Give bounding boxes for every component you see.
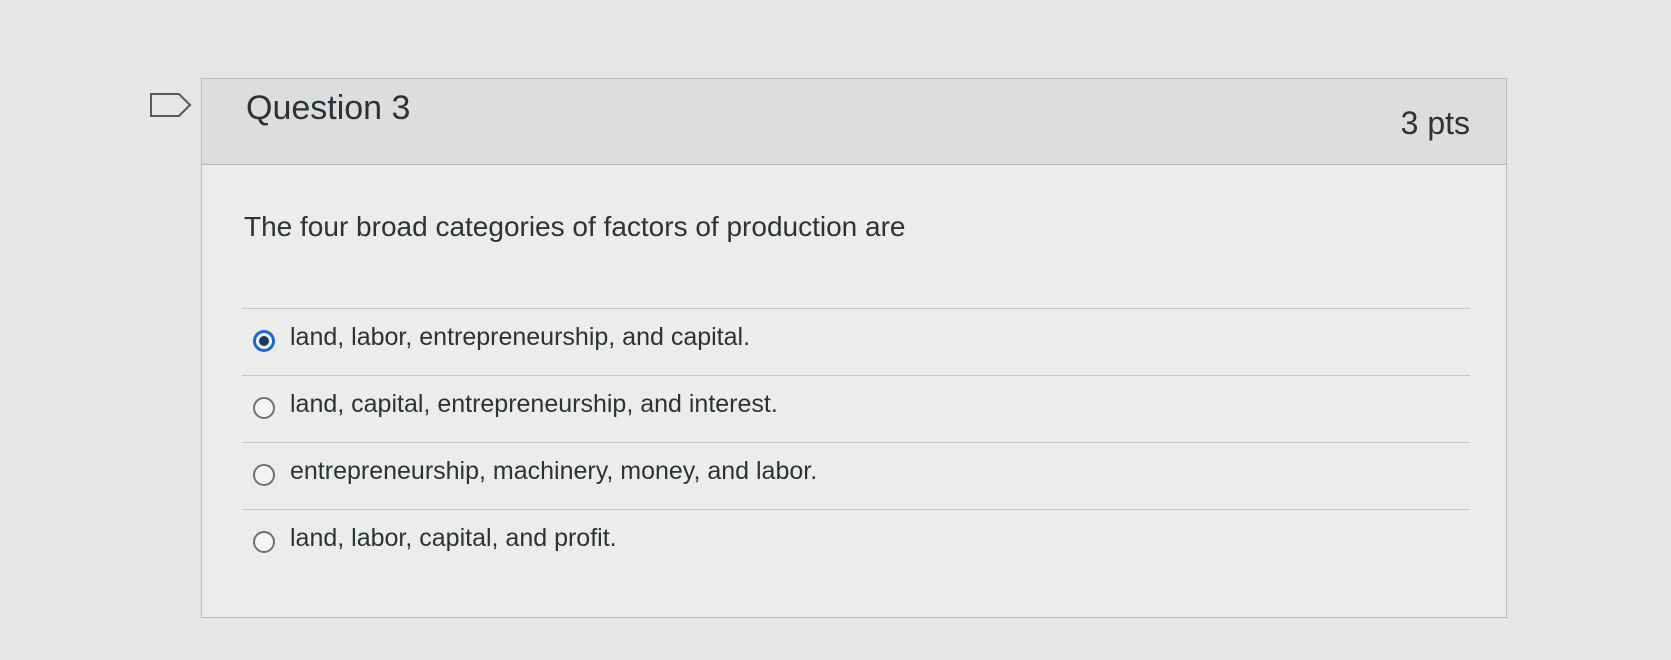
radio-unselected-icon[interactable]: [253, 397, 275, 419]
question-text: The four broad categories of factors of …: [244, 211, 906, 242]
question-card: Question 3 3 pts The four broad categori…: [201, 78, 1507, 618]
question-header: Question 3 3 pts: [202, 79, 1506, 165]
answer-label: land, labor, entrepreneurship, and capit…: [290, 323, 751, 351]
answer-label: entrepreneurship, machinery, money, and …: [290, 457, 818, 485]
question-points: 3 pts: [1400, 105, 1470, 141]
answer-label: land, capital, entrepreneurship, and int…: [290, 390, 778, 418]
answer-list: land, labor, entrepreneurship, and capit…: [242, 308, 1470, 576]
radio-selected-icon[interactable]: [253, 330, 275, 352]
answer-option-4[interactable]: land, labor, capital, and profit.: [242, 509, 1470, 576]
answer-label: land, labor, capital, and profit.: [290, 524, 617, 552]
answer-option-1[interactable]: land, labor, entrepreneurship, and capit…: [242, 308, 1470, 375]
question-title: Question 3: [246, 89, 411, 127]
answer-option-3[interactable]: entrepreneurship, machinery, money, and …: [242, 442, 1470, 509]
answer-option-2[interactable]: land, capital, entrepreneurship, and int…: [242, 375, 1470, 442]
radio-unselected-icon[interactable]: [253, 464, 275, 486]
radio-unselected-icon[interactable]: [253, 531, 275, 553]
flag-question-icon[interactable]: [150, 93, 192, 117]
